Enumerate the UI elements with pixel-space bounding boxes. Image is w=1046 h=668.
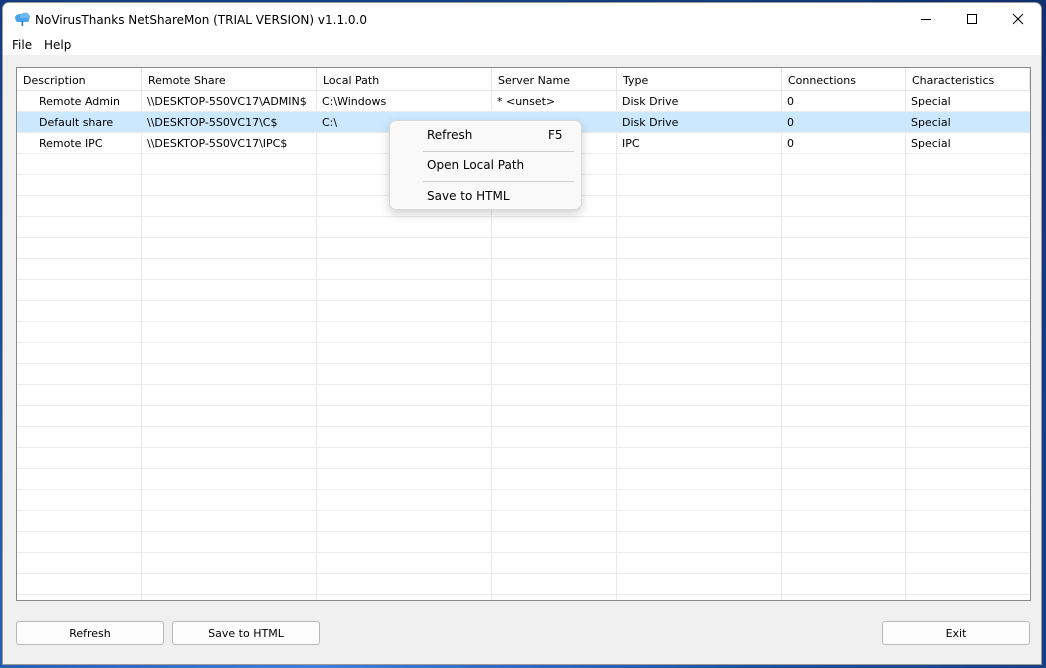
context-menu: Refresh F5 Open Local Path Save to HTML xyxy=(389,120,582,210)
minimize-button[interactable] xyxy=(903,3,949,35)
grid-line xyxy=(17,531,1030,532)
grid-line xyxy=(17,321,1030,322)
grid-line xyxy=(17,384,1030,385)
menu-help[interactable]: Help xyxy=(44,38,71,52)
grid-line xyxy=(17,279,1030,280)
grid-line xyxy=(17,300,1030,301)
menu-bar: File Help xyxy=(3,35,1041,55)
title-bar[interactable]: NoVirusThanks NetShareMon (TRIAL VERSION… xyxy=(3,3,1041,35)
table-row[interactable]: Remote Admin \\DESKTOP-5S0VC17\ADMIN$ C:\W… xyxy=(17,91,1030,112)
refresh-button[interactable]: Refresh xyxy=(16,621,164,645)
context-menu-separator xyxy=(423,151,574,152)
exit-button[interactable]: Exit xyxy=(882,621,1030,645)
context-menu-item-label: Open Local Path xyxy=(427,158,525,172)
grid-line xyxy=(17,342,1030,343)
grid-line xyxy=(17,468,1030,469)
table-cell: Remote Admin xyxy=(39,95,120,108)
menu-file[interactable]: File xyxy=(12,38,32,52)
table-cell: 0 xyxy=(787,137,794,150)
context-menu-item[interactable]: Save to HTML xyxy=(394,184,577,208)
table-cell: IPC xyxy=(622,137,640,150)
grid-line xyxy=(17,489,1030,490)
table-cell: 0 xyxy=(787,116,794,129)
table-cell: Special xyxy=(911,116,951,129)
save-to-html-button[interactable]: Save to HTML xyxy=(172,621,320,645)
context-menu-item-label: Refresh xyxy=(427,128,473,142)
grid-line xyxy=(141,91,142,600)
column-header[interactable]: Description xyxy=(17,68,142,91)
column-header[interactable]: Connections xyxy=(782,68,906,91)
table-cell: \\DESKTOP-5S0VC17\IPC$ xyxy=(147,137,288,150)
grid-line xyxy=(17,594,1030,595)
table-cell: Disk Drive xyxy=(622,116,679,129)
table-cell: 0 xyxy=(787,95,794,108)
grid-line xyxy=(17,216,1030,217)
context-menu-separator xyxy=(423,181,574,182)
grid-line xyxy=(17,405,1030,406)
table-cell: \\DESKTOP-5S0VC17\C$ xyxy=(147,116,278,129)
table-cell: Remote IPC xyxy=(39,137,103,150)
context-menu-item[interactable]: Open Local Path xyxy=(394,153,577,177)
close-icon xyxy=(1012,13,1024,25)
maximize-icon xyxy=(967,14,977,24)
column-header[interactable]: Server Name xyxy=(492,68,617,91)
table-cell: Disk Drive xyxy=(622,95,679,108)
table-cell: Default share xyxy=(39,116,114,129)
column-header[interactable]: Local Path xyxy=(317,68,492,91)
maximize-button[interactable] xyxy=(949,3,995,35)
list-header: Description Remote Share Local Path Server … xyxy=(17,68,1030,91)
table-cell: Special xyxy=(911,95,951,108)
context-menu-item-label: Save to HTML xyxy=(427,189,510,203)
grid-line xyxy=(905,91,906,600)
context-menu-item[interactable]: Refresh F5 xyxy=(394,123,577,147)
column-header[interactable]: Characteristics xyxy=(906,68,1030,91)
grid-line xyxy=(316,91,317,600)
table-cell: * <unset> xyxy=(497,95,556,108)
table-cell: Special xyxy=(911,137,951,150)
grid-line xyxy=(17,237,1030,238)
grid-line xyxy=(781,91,782,600)
column-header[interactable]: Remote Share xyxy=(142,68,317,91)
grid-line xyxy=(17,258,1030,259)
grid-line xyxy=(17,552,1030,553)
grid-line xyxy=(17,363,1030,364)
table-cell: \\DESKTOP-5S0VC17\ADMIN$ xyxy=(147,95,307,108)
grid-line xyxy=(616,91,617,600)
app-window: NoVirusThanks NetShareMon (TRIAL VERSION… xyxy=(2,2,1042,665)
grid-line xyxy=(17,510,1030,511)
grid-line xyxy=(17,426,1030,427)
grid-line xyxy=(17,111,1030,112)
column-header[interactable]: Type xyxy=(617,68,782,91)
grid-line xyxy=(17,447,1030,448)
table-cell: C:\Windows xyxy=(322,95,387,108)
window-title: NoVirusThanks NetShareMon (TRIAL VERSION… xyxy=(35,13,367,27)
cloud-icon xyxy=(15,12,30,26)
context-menu-shortcut: F5 xyxy=(548,128,563,142)
close-button[interactable] xyxy=(995,3,1041,35)
grid-line xyxy=(17,573,1030,574)
minimize-icon xyxy=(921,19,931,20)
